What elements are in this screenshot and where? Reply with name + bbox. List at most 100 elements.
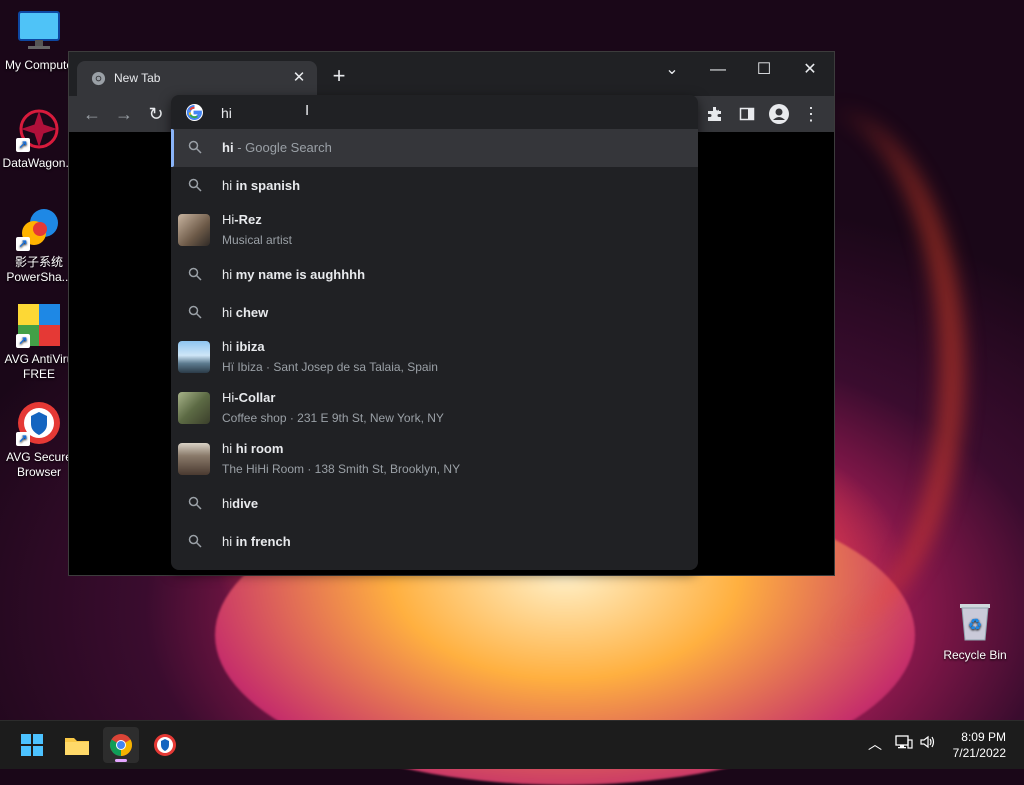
- monitor-icon: [16, 8, 62, 54]
- desktop-icon-avg-antivirus[interactable]: ↗ AVG AntiViru FREE: [0, 302, 78, 382]
- svg-text:♻: ♻: [968, 617, 982, 634]
- taskbar: ︿ 8:09 PM 7/21/2022: [0, 720, 1024, 769]
- chevron-up-icon[interactable]: ︿: [868, 734, 882, 754]
- avg-browser-icon: ↗: [16, 400, 62, 446]
- avg-antivirus-icon: ↗: [16, 302, 62, 348]
- desktop-icon-label: My Compute: [4, 58, 74, 72]
- suggestion-item[interactable]: Hi-Rez Musical artist: [171, 205, 698, 256]
- forward-arrow-icon[interactable]: →: [111, 101, 137, 127]
- suggestion-thumbnail: [178, 214, 210, 246]
- avg-browser-taskbar-button[interactable]: [147, 727, 183, 763]
- minimize-button[interactable]: —: [700, 56, 736, 84]
- suggestion-prefix: hi: [222, 178, 233, 193]
- suggestion-item[interactable]: hi hi room The HiHi Room · 138 Smith St,…: [171, 434, 698, 485]
- search-icon: [188, 178, 202, 192]
- chrome-taskbar-button[interactable]: [103, 727, 139, 763]
- clock-date: 7/21/2022: [952, 746, 1006, 760]
- desktop-icon-powershadow[interactable]: ↗ 影子系统 PowerSha...: [0, 205, 78, 285]
- chrome-icon: [110, 734, 132, 756]
- desktop-icon-label: 影子系统 PowerSha...: [6, 255, 72, 284]
- text-cursor-icon: I: [305, 102, 310, 119]
- suggestion-rest: dive: [232, 496, 259, 511]
- network-icon[interactable]: [895, 734, 913, 753]
- suggestion-prefix: hi: [222, 305, 233, 320]
- desktop-icon-avg-secure-browser[interactable]: ↗ AVG Secure Browser: [0, 400, 78, 480]
- suggestion-item[interactable]: hi my name is aughhhh: [171, 256, 698, 294]
- suggestion-prefix: hi: [222, 267, 233, 282]
- tab-close-icon[interactable]: ✕: [289, 68, 309, 88]
- suggestion-subtitle: Musical artist: [222, 233, 293, 247]
- suggestion-rest: -Rez: [234, 212, 262, 227]
- suggestion-item[interactable]: hi - Google Search: [171, 129, 698, 167]
- suggestion-rest: ibiza: [235, 339, 265, 354]
- suggestion-thumbnail: [178, 443, 210, 475]
- address-bar-input[interactable]: hi: [221, 105, 232, 121]
- folder-icon: [65, 738, 89, 755]
- datawagon-icon: ↗: [16, 106, 62, 152]
- desktop-icon-datawagon[interactable]: ↗ DataWagon...: [0, 106, 78, 171]
- tab-search-icon[interactable]: ⌄: [654, 56, 690, 84]
- tab-strip: New Tab ✕ + ⌄ — ☐ ✕: [69, 52, 834, 96]
- clock-time: 8:09 PM: [961, 730, 1006, 744]
- suggestion-rest: my name is aughhhh: [235, 267, 366, 282]
- suggestion-item[interactable]: hi in spanish: [171, 167, 698, 205]
- suggestion-prefix: hi: [222, 140, 234, 155]
- shortcut-arrow-icon: ↗: [16, 237, 30, 251]
- suggestion-subtitle: Coffee shop · 231 E 9th St, New York, NY: [222, 411, 444, 425]
- suggestion-item[interactable]: hi chew: [171, 294, 698, 332]
- suggestion-prefix: hi: [222, 441, 233, 456]
- tab-title: New Tab: [114, 71, 161, 85]
- suggestion-thumbnail: [178, 341, 210, 373]
- shortcut-arrow-icon: ↗: [16, 432, 30, 446]
- suggestion-prefix: Hi: [222, 390, 235, 405]
- profile-avatar-icon[interactable]: [766, 101, 792, 127]
- desktop-icon-label: DataWagon...: [2, 156, 76, 170]
- google-g-icon: [186, 104, 203, 121]
- extensions-puzzle-icon[interactable]: [702, 101, 728, 127]
- desktop-icon-label: AVG Secure Browser: [6, 450, 72, 479]
- search-icon: [188, 305, 202, 319]
- side-panel-icon[interactable]: [734, 101, 760, 127]
- powershadow-icon: ↗: [16, 205, 62, 251]
- recycle-bin-icon: ♻: [952, 598, 998, 644]
- suggestion-prefix: hi: [222, 496, 233, 511]
- tab-new-tab[interactable]: New Tab ✕: [77, 61, 317, 96]
- suggestion-prefix: hi: [222, 534, 233, 549]
- back-arrow-icon[interactable]: ←: [79, 101, 105, 127]
- close-window-button[interactable]: ✕: [792, 56, 828, 84]
- suggestion-rest: in french: [235, 534, 291, 549]
- suggestion-prefix: hi: [222, 339, 233, 354]
- desktop-icon-recycle-bin[interactable]: ♻ Recycle Bin: [936, 598, 1014, 663]
- file-explorer-button[interactable]: [59, 727, 95, 763]
- suggestion-rest: - Google Search: [237, 140, 332, 155]
- chrome-favicon-icon: [91, 71, 106, 86]
- search-icon: [188, 140, 202, 154]
- suggestion-thumbnail: [178, 392, 210, 424]
- volume-icon[interactable]: [919, 734, 937, 753]
- address-bar[interactable]: hi I: [171, 95, 698, 129]
- windows-start-icon: [21, 734, 43, 756]
- start-button[interactable]: [14, 727, 50, 763]
- desktop-icon-my-computer[interactable]: My Compute: [0, 8, 78, 73]
- suggestion-rest: chew: [235, 305, 269, 320]
- active-indicator: [115, 759, 127, 762]
- avg-browser-icon: [154, 734, 176, 756]
- suggestion-item[interactable]: hi in french: [171, 523, 698, 561]
- suggestion-rest: -Collar: [234, 390, 276, 405]
- search-icon: [188, 267, 202, 281]
- system-clock[interactable]: 8:09 PM 7/21/2022: [953, 729, 1006, 761]
- shortcut-arrow-icon: ↗: [16, 334, 30, 348]
- maximize-button[interactable]: ☐: [746, 56, 782, 84]
- search-icon: [188, 534, 202, 548]
- menu-kebab-icon[interactable]: ⋮: [798, 101, 824, 127]
- suggestion-item[interactable]: hi ibiza Hï Ibiza · Sant Josep de sa Tal…: [171, 332, 698, 383]
- suggestion-item[interactable]: hidive: [171, 485, 698, 523]
- desktop-icon-label: AVG AntiViru FREE: [4, 352, 74, 381]
- suggestion-item[interactable]: Hi-Collar Coffee shop · 231 E 9th St, Ne…: [171, 383, 698, 434]
- suggestion-subtitle: The HiHi Room · 138 Smith St, Brooklyn, …: [222, 462, 461, 476]
- reload-icon[interactable]: ↻: [143, 101, 169, 127]
- new-tab-button[interactable]: +: [326, 64, 352, 90]
- desktop-icon-label: Recycle Bin: [943, 648, 1007, 662]
- shortcut-arrow-icon: ↗: [16, 138, 30, 152]
- suggestion-rest: hi room: [235, 441, 284, 456]
